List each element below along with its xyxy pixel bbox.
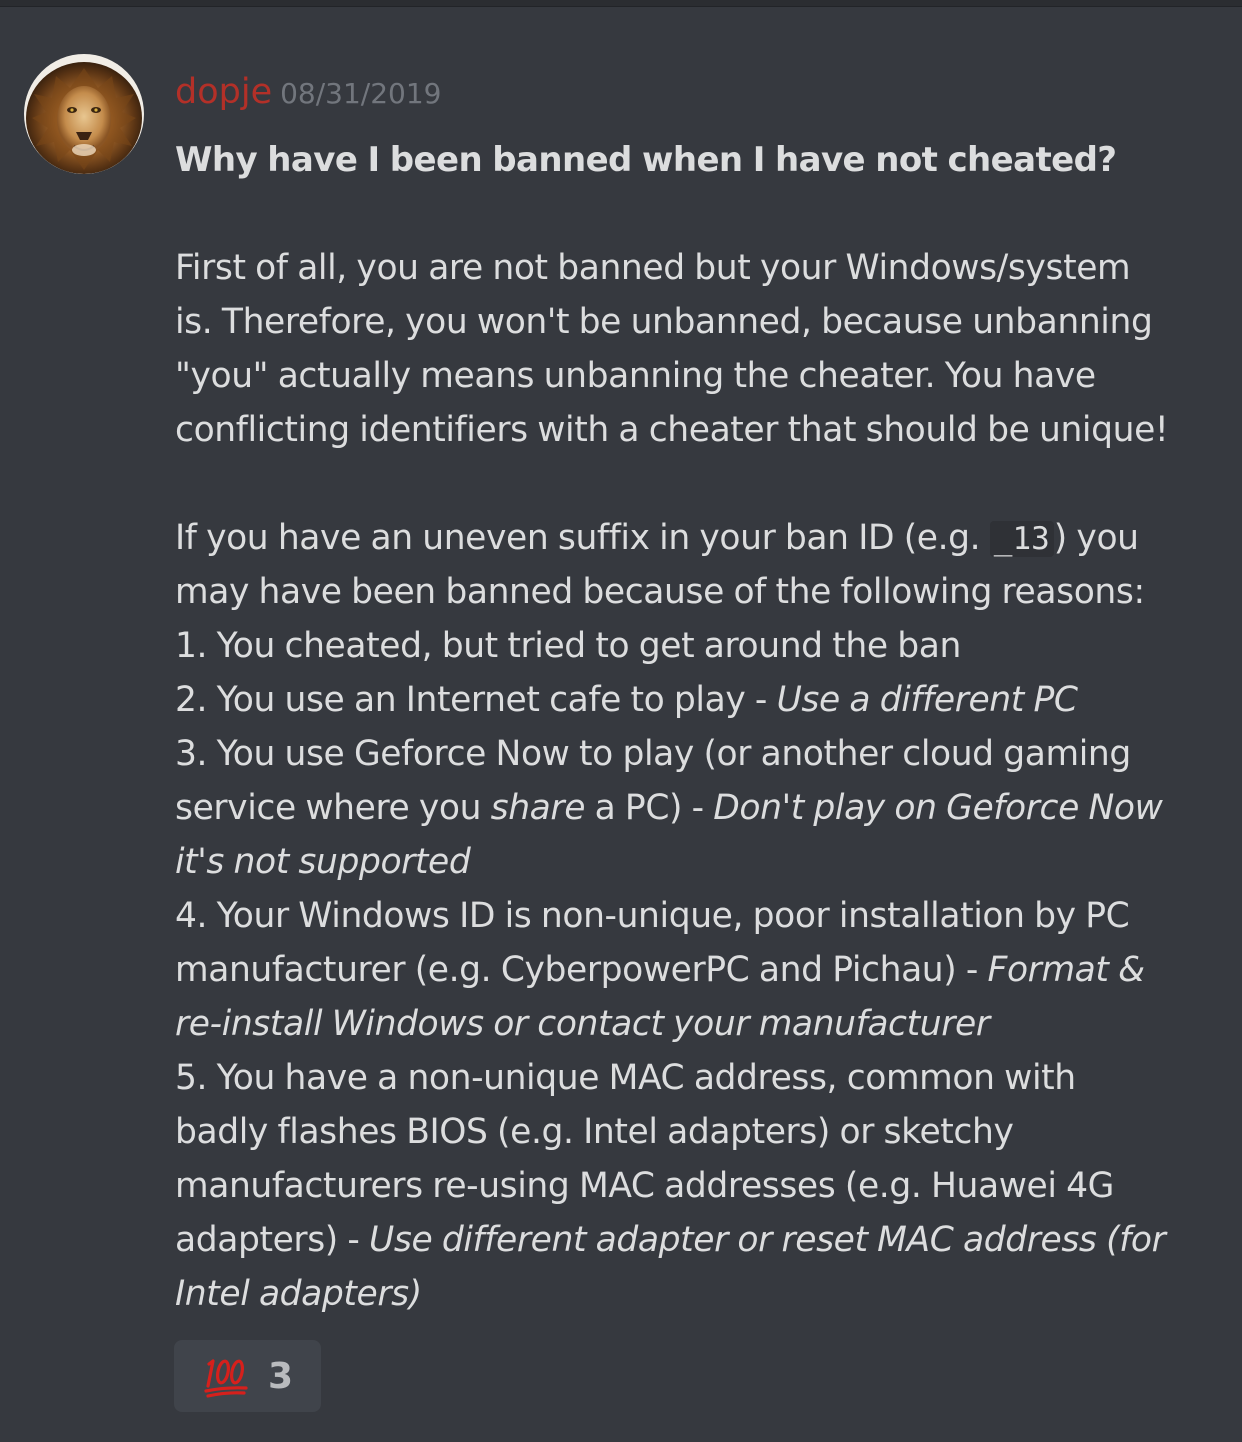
timestamp: 08/31/2019 [280,77,442,110]
reason-item-3-cont: it's not supported [175,842,471,882]
chat-message: dopje 08/31/2019 Why have I been banned w… [0,0,1242,1442]
italic-segment: Don't play on Geforce Now [713,788,1163,828]
reason-item-2: 2. You use an Internet cafe to play - Us… [175,673,1205,727]
reason-item-3: 3. You use Geforce Now to play (or anoth… [175,734,1131,774]
paragraph-line: "you" actually means unbanning the cheat… [175,356,1096,396]
italic-segment: Use a different PC [776,680,1078,720]
hundred-points-icon [204,1359,248,1398]
reason-item-5-cont: badly flashes BIOS (e.g. Intel adapters)… [175,1112,1014,1152]
reason-item-4-cont: manufacturer (e.g. CyberpowerPC and Pich… [175,943,1205,997]
reason-item-1: 1. You cheated, but tried to get around … [175,626,961,666]
message-header: dopje 08/31/2019 [175,70,442,114]
paragraph-line: If you have an uneven suffix in your ban… [175,511,1205,565]
reason-item-4-cont: re-install Windows or contact your manuf… [175,1004,990,1044]
italic-segment: Use different adapter or reset MAC addre… [369,1220,1166,1260]
reason-item-3-cont: service where you share a PC) - Don't pl… [175,781,1205,835]
avatar[interactable] [24,54,144,174]
text-segment: If you have an uneven suffix in your ban… [175,518,990,558]
text-segment: service where you [175,788,491,828]
text-segment: a PC) - [585,788,714,828]
username[interactable]: dopje [175,72,272,112]
italic-segment: share [490,788,586,828]
inline-code: _13 [989,521,1054,557]
paragraph-line: is. Therefore, you won't be unbanned, be… [175,302,1153,342]
reaction-count: 3 [268,1355,294,1397]
message-content: Why have I been banned when I have not c… [175,133,1205,1321]
reason-item-5-cont: manufacturers re-using MAC addresses (e.… [175,1166,1114,1206]
lion-avatar-icon [24,54,144,174]
paragraph-line: conflicting identifiers with a cheater t… [175,410,1169,450]
reason-item-5-cont: Intel adapters) [175,1274,422,1314]
paragraph-line: may have been banned because of the foll… [175,572,1145,612]
text-segment: adapters) - [175,1220,370,1260]
reason-item-5-cont: adapters) - Use different adapter or res… [175,1213,1205,1267]
text-segment: ) you [1053,518,1139,558]
italic-segment: Format & [987,950,1145,990]
message-title: Why have I been banned when I have not c… [175,140,1117,180]
paragraph-line: First of all, you are not banned but you… [175,248,1131,288]
text-segment: manufacturer (e.g. CyberpowerPC and Pich… [175,950,988,990]
reason-item-4: 4. Your Windows ID is non-unique, poor i… [175,896,1130,936]
reason-item-5: 5. You have a non-unique MAC address, co… [175,1058,1076,1098]
reaction-button[interactable]: 3 [174,1340,321,1412]
text-segment: 2. You use an Internet cafe to play - [175,680,777,720]
